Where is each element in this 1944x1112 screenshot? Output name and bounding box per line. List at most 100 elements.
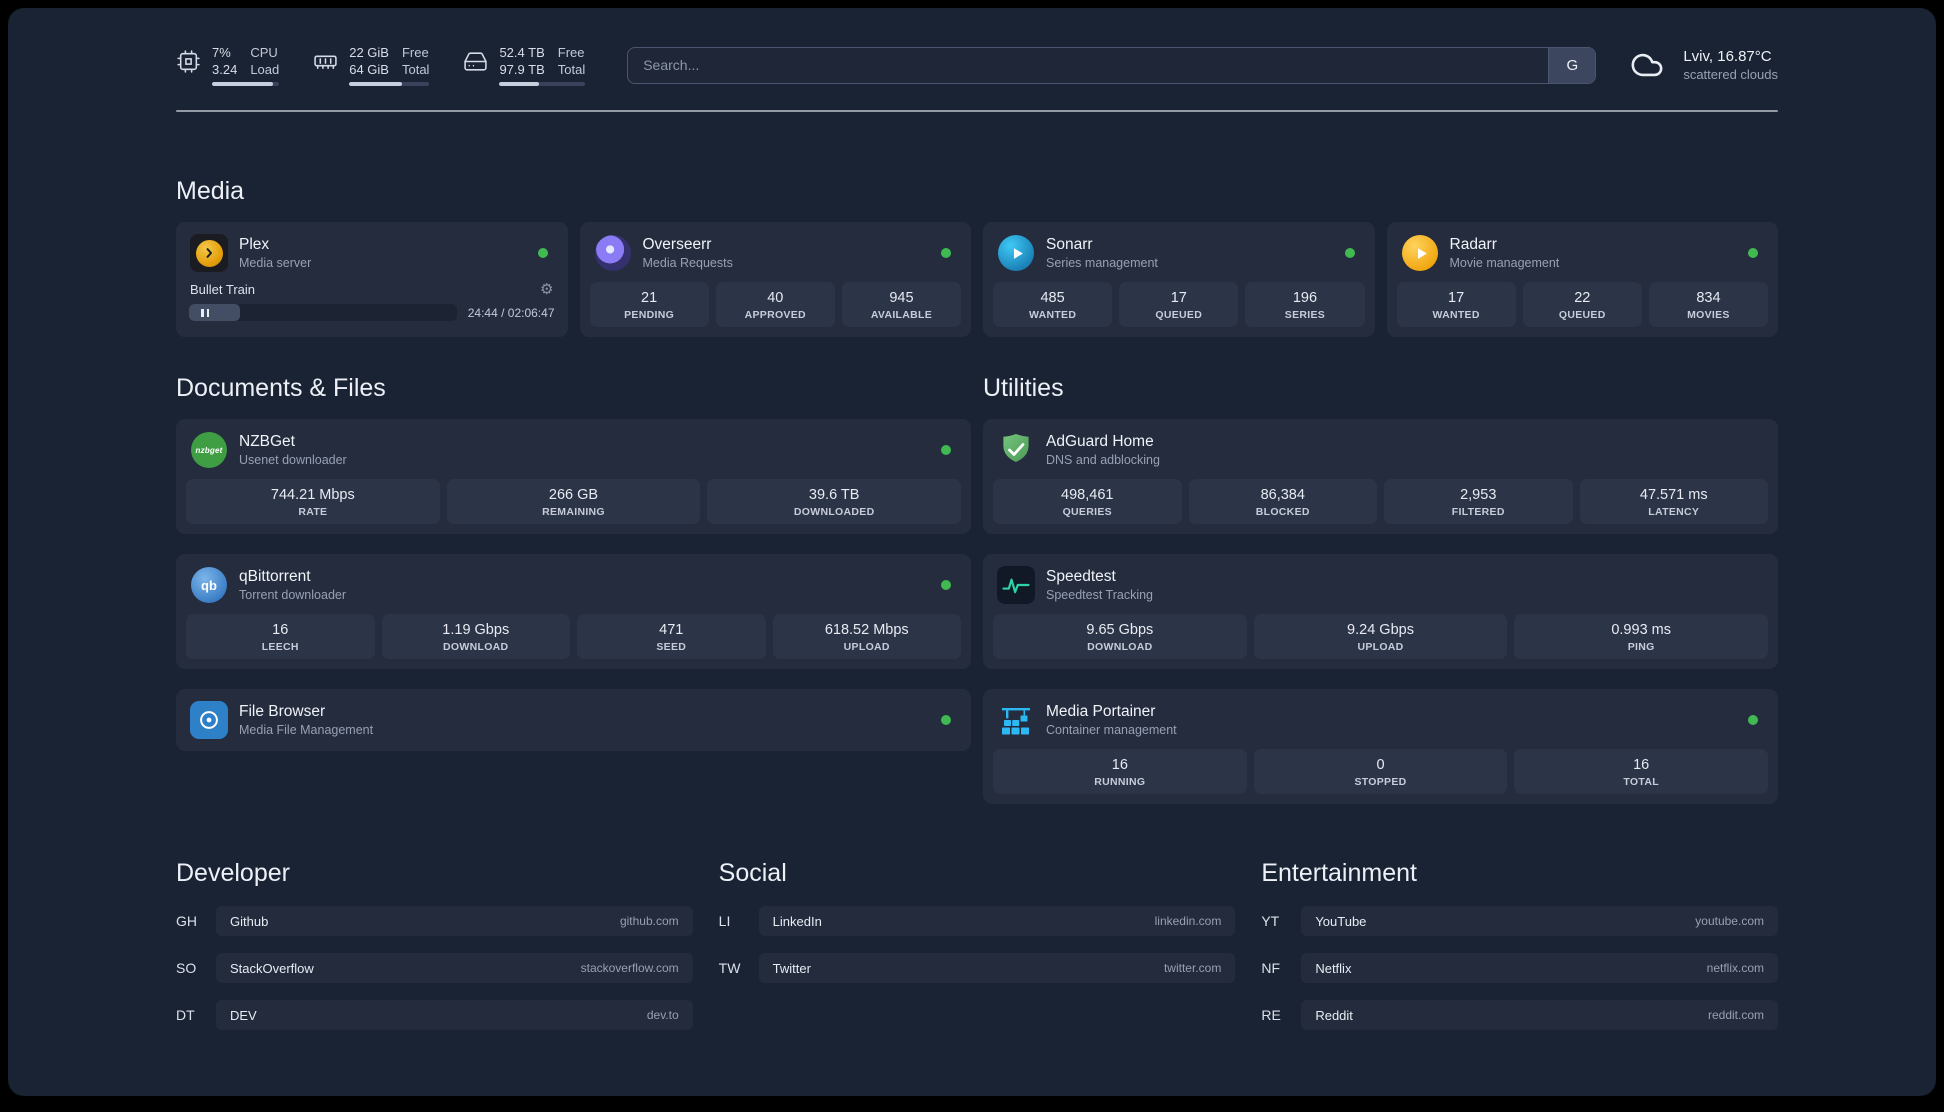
nzbget-icon: nzbget (190, 431, 228, 469)
stat-tile: 9.24 Gbps UPLOAD (1253, 614, 1508, 659)
portainer-icon (997, 701, 1035, 739)
service-name: qBittorrent (239, 568, 311, 585)
bookmark-abbr: LI (718, 913, 731, 929)
bookmark-stackoverflow[interactable]: SO StackOverflow stackoverflow.com (176, 953, 693, 983)
service-name: File Browser (239, 703, 326, 720)
section-title-documents: Documents & Files (176, 374, 386, 402)
bookmark-netflix[interactable]: NF Netflix netflix.com (1261, 953, 1778, 983)
plex-icon (190, 234, 228, 272)
service-card-speedtest[interactable]: Speedtest Speedtest Tracking 9.65 Gbps D… (983, 554, 1778, 669)
section-title-social: Social (718, 859, 787, 887)
cpu-load-label: Load (250, 62, 280, 77)
disk-free-label: Free (557, 45, 585, 60)
disk-usage-bar (499, 82, 586, 86)
cloud-icon (1624, 48, 1670, 82)
service-card-portainer[interactable]: Media Portainer Container management 16 … (983, 689, 1778, 804)
bookmark-name: YouTube (1315, 913, 1367, 929)
stat-tile: 266 GB REMAINING (446, 479, 701, 524)
service-card-plex[interactable]: Plex Media server Bullet Train ⚙ 24:44 /… (176, 222, 568, 337)
disk-total-value: 97.9 TB (499, 62, 545, 77)
stat-tile: 618.52 Mbps UPLOAD (772, 614, 961, 659)
weather-location: Lviv, 16.87°C (1683, 48, 1772, 65)
bookmark-reddit[interactable]: RE Reddit reddit.com (1261, 1000, 1778, 1030)
speedtest-icon (997, 566, 1035, 604)
weather-widget: Lviv, 16.87°C scattered clouds (1624, 48, 1778, 82)
disk-icon (463, 44, 488, 74)
service-card-radarr[interactable]: Radarr Movie management 17 WANTED 22 QUE… (1386, 222, 1778, 337)
disk-total-label: Total (557, 62, 586, 77)
bookmark-abbr: GH (176, 913, 197, 929)
stat-tile: 471 SEED (577, 614, 766, 659)
stat-tile: 39.6 TB DOWNLOADED (707, 479, 962, 524)
service-card-adguard[interactable]: AdGuard Home DNS and adblocking 498,461 … (983, 419, 1778, 534)
memory-usage-bar (349, 82, 430, 86)
gear-icon[interactable]: ⚙ (540, 282, 553, 297)
memory-total-value: 64 GiB (349, 62, 389, 77)
radarr-icon (1401, 234, 1439, 272)
memory-total-label: Total (401, 62, 430, 77)
stat-tile: 744.21 Mbps RATE (186, 479, 440, 524)
bookmark-youtube[interactable]: YT YouTube youtube.com (1261, 906, 1778, 936)
stat-tile: 16 TOTAL (1514, 749, 1769, 794)
stat-tile: 2,953 FILTERED (1384, 479, 1573, 524)
stat-tile: 834 MOVIES (1648, 282, 1769, 327)
cpu-label: CPU (250, 45, 278, 60)
search-input[interactable] (628, 47, 1549, 83)
bookmark-group-developer: Developer GH Github github.com SO StackO… (176, 858, 693, 1047)
bookmark-domain: twitter.com (1163, 961, 1222, 975)
filebrowser-icon (190, 701, 228, 739)
section-title-media: Media (176, 177, 245, 205)
service-description: Usenet downloader (239, 453, 347, 467)
service-card-nzbget[interactable]: nzbget NZBGet Usenet downloader 744.21 M… (176, 419, 971, 534)
bookmark-twitter[interactable]: TW Twitter twitter.com (719, 953, 1236, 983)
bookmark-linkedin[interactable]: LI LinkedIn linkedin.com (719, 906, 1236, 936)
service-description: Media server (239, 256, 312, 270)
bookmark-abbr: TW (718, 960, 741, 976)
search-provider-button[interactable]: G (1548, 47, 1596, 83)
stat-tile: 47.571 ms LATENCY (1579, 479, 1768, 524)
service-card-sonarr[interactable]: Sonarr Series management 485 WANTED 17 Q… (983, 222, 1375, 337)
resource-widget-disk: 52.4 TB 97.9 TB Free Total (463, 44, 586, 86)
service-card-qbittorrent[interactable]: qb qBittorrent Torrent downloader 16 LEE… (176, 554, 971, 669)
search-bar: G (627, 46, 1597, 84)
cpu-usage-bar (212, 82, 280, 86)
stat-tile: 86,384 BLOCKED (1188, 479, 1377, 524)
bookmark-github[interactable]: GH Github github.com (176, 906, 693, 936)
resource-widget-memory: 22 GiB 64 GiB Free Total (313, 44, 430, 86)
pause-icon[interactable] (201, 304, 209, 321)
sonarr-icon (997, 234, 1035, 272)
section-utilities: Utilities AdGuard Home DNS and adblockin… (983, 373, 1778, 804)
bookmark-domain: linkedin.com (1154, 914, 1222, 928)
playback-progress-bar[interactable] (189, 304, 457, 321)
service-description: Media Requests (642, 256, 733, 270)
status-dot (941, 580, 951, 590)
memory-icon (313, 44, 338, 74)
stat-tile: 485 WANTED (993, 282, 1113, 327)
bookmark-dev[interactable]: DT DEV dev.to (176, 1000, 693, 1030)
service-name: AdGuard Home (1046, 433, 1154, 450)
bookmark-abbr: YT (1261, 913, 1280, 929)
bookmark-abbr: RE (1261, 1007, 1281, 1023)
now-playing-title: Bullet Train (190, 282, 256, 297)
service-description: Torrent downloader (239, 588, 347, 602)
stat-tile: 21 PENDING (589, 282, 709, 327)
memory-free-label: Free (401, 45, 429, 60)
cpu-usage-value: 7% (212, 45, 231, 60)
bookmark-name: Twitter (772, 960, 811, 976)
bookmark-domain: netflix.com (1706, 961, 1764, 975)
bookmark-domain: dev.to (646, 1008, 679, 1022)
stat-tile: 16 RUNNING (993, 749, 1247, 794)
service-card-overseerr[interactable]: Overseerr Media Requests 21 PENDING 40 A… (579, 222, 971, 337)
service-card-filebrowser[interactable]: File Browser Media File Management (176, 689, 971, 751)
weather-condition: scattered clouds (1683, 67, 1778, 82)
service-description: Speedtest Tracking (1046, 588, 1154, 602)
bookmark-name: StackOverflow (230, 960, 314, 976)
stat-tile: 0 STOPPED (1253, 749, 1508, 794)
service-description: Container management (1046, 723, 1177, 737)
bookmark-domain: stackoverflow.com (580, 961, 679, 975)
section-title-developer: Developer (176, 859, 290, 887)
bookmark-abbr: DT (176, 1007, 195, 1023)
status-dot (941, 445, 951, 455)
bookmark-name: Reddit (1315, 1007, 1353, 1023)
bookmark-name: LinkedIn (772, 913, 822, 929)
